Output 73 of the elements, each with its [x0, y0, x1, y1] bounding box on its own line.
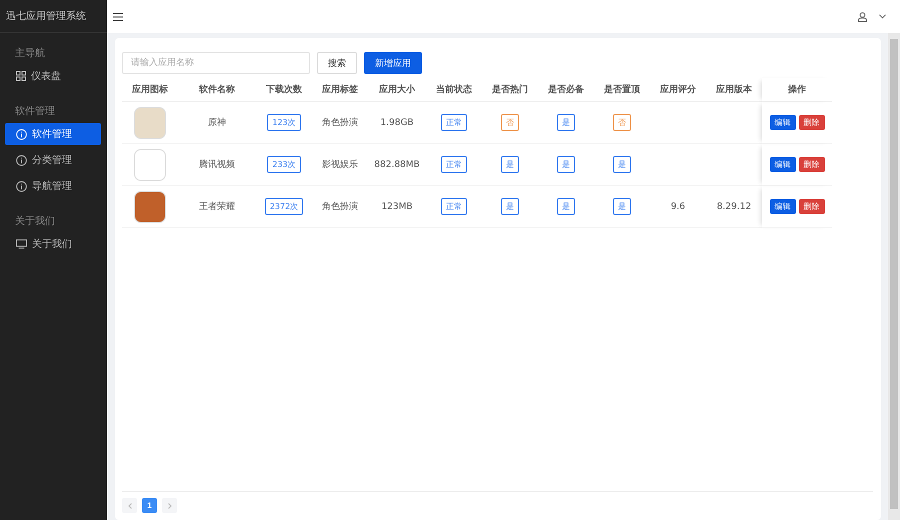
- table-cell: 882.88MB: [368, 144, 426, 186]
- column-header: 软件名称: [178, 78, 256, 102]
- column-header: 应用图标: [122, 78, 178, 102]
- sidebar-item[interactable]: 导航管理: [5, 175, 101, 197]
- column-header: 应用大小: [368, 78, 426, 102]
- column-header: 下载次数: [256, 78, 312, 102]
- scrollbar-thumb[interactable]: [890, 39, 898, 509]
- table-cell: 角色扮演: [312, 186, 368, 228]
- column-header: 是否必备: [538, 78, 594, 102]
- table-cell: 腾讯视频: [178, 144, 256, 186]
- delete-button[interactable]: 删除: [798, 157, 824, 172]
- table-cell: 王者荣耀: [178, 186, 256, 228]
- download-count-tag: 2372次: [264, 198, 304, 215]
- info-icon: [16, 154, 27, 166]
- search-button[interactable]: 搜索: [317, 52, 357, 74]
- flag-tag: 是: [501, 198, 519, 215]
- chevron-left-icon: [128, 502, 132, 508]
- sidebar-item[interactable]: 仪表盘: [5, 65, 101, 87]
- delete-button[interactable]: 删除: [798, 199, 824, 214]
- delete-button[interactable]: 删除: [798, 115, 824, 130]
- flag-tag: 否: [501, 114, 519, 131]
- flag-tag: 是: [613, 198, 631, 215]
- page-button[interactable]: 1: [142, 498, 157, 513]
- next-page-button[interactable]: [162, 498, 177, 513]
- status-tag: 正常: [441, 156, 467, 173]
- table-cell: 9.6: [650, 186, 706, 228]
- sidebar-section-title: 关于我们: [14, 214, 56, 229]
- status-tag: 正常: [441, 114, 467, 131]
- app-icon: [134, 106, 166, 138]
- table-cell: 影视娱乐: [312, 144, 368, 186]
- user-icon[interactable]: [858, 12, 867, 22]
- sidebar-section-title: 主导航: [14, 46, 46, 61]
- download-count-tag: 233次: [267, 156, 301, 173]
- column-header: 应用版本: [706, 78, 762, 102]
- app-icon: [134, 190, 166, 222]
- status-tag: 正常: [441, 198, 467, 215]
- chevron-down-icon[interactable]: [879, 14, 886, 19]
- info-icon: [16, 128, 27, 140]
- edit-button[interactable]: 编辑: [770, 157, 796, 172]
- add-app-button[interactable]: 新增应用: [364, 52, 422, 74]
- table-cell: 角色扮演: [312, 102, 368, 144]
- column-header: 应用评分: [650, 78, 706, 102]
- column-header: 操作: [762, 78, 832, 102]
- column-header: 应用标签: [312, 78, 368, 102]
- table-cell: 123MB: [368, 186, 426, 228]
- monitor-icon: [16, 239, 27, 249]
- edit-button[interactable]: 编辑: [770, 115, 796, 130]
- sidebar-item[interactable]: 分类管理: [5, 149, 101, 171]
- flag-tag: 是: [613, 156, 631, 173]
- sidebar-item[interactable]: 软件管理: [5, 123, 101, 145]
- grid-icon: [16, 71, 26, 81]
- table-cell: 1.98GB: [368, 102, 426, 144]
- app-icon: [134, 148, 166, 180]
- flag-tag: 是: [557, 198, 575, 215]
- download-count-tag: 123次: [267, 114, 301, 131]
- prev-page-button[interactable]: [122, 498, 137, 513]
- sidebar-item[interactable]: 关于我们: [5, 233, 101, 255]
- flag-tag: 是: [501, 156, 519, 173]
- sidebar-section-title: 软件管理: [14, 105, 56, 119]
- flag-tag: 是: [557, 156, 575, 173]
- scrollbar[interactable]: [888, 33, 900, 520]
- flag-tag: 是: [557, 114, 575, 131]
- table-cell: 8.29.12: [706, 186, 762, 228]
- search-field[interactable]: 请输入应用名称: [122, 52, 310, 74]
- column-header: 当前状态: [426, 78, 482, 102]
- flag-tag: 否: [613, 114, 631, 131]
- table-cell: 原神: [178, 102, 256, 144]
- info-icon: [16, 180, 27, 192]
- edit-button[interactable]: 编辑: [770, 199, 796, 214]
- column-header: 是否热门: [482, 78, 538, 102]
- menu-icon[interactable]: [113, 12, 123, 20]
- column-header: 是否置顶: [594, 78, 650, 102]
- chevron-right-icon: [168, 502, 172, 508]
